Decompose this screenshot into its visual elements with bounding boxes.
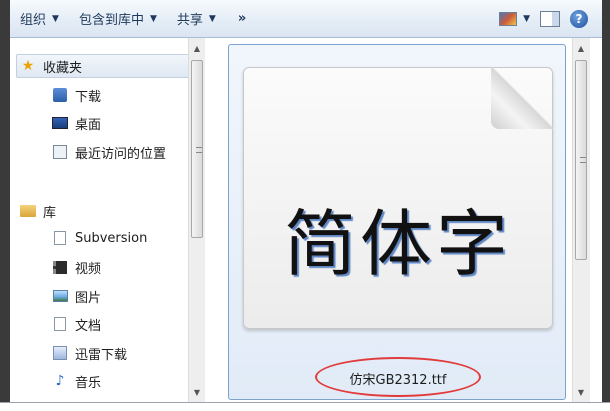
file-list-pane: 简体字 仿宋GB2312.ttf	[222, 38, 572, 402]
music-icon: ♪	[55, 373, 65, 389]
window-frame-bottom	[0, 402, 610, 411]
more-commands-button[interactable]: »	[226, 6, 258, 32]
organize-label: 组织	[20, 13, 47, 28]
scroll-grip-icon	[196, 147, 202, 153]
nav-desktop-label: 桌面	[75, 117, 102, 133]
scroll-down-arrow-icon[interactable]: ▼	[189, 384, 205, 400]
nav-libraries[interactable]: 库	[20, 200, 56, 222]
subversion-icon	[52, 230, 68, 246]
navigation-scrollbar[interactable]: ▲ ▼	[188, 38, 205, 402]
content-scrollbar[interactable]: ▲ ▼	[572, 38, 590, 402]
nav-subversion[interactable]: Subversion	[52, 227, 147, 249]
share-label: 共享	[176, 13, 203, 28]
chevron-down-icon: ▼	[52, 13, 59, 24]
change-view-button[interactable]: ▼	[499, 11, 530, 26]
thunder-icon	[52, 345, 68, 361]
nav-desktop[interactable]: 桌面	[52, 112, 101, 134]
scroll-down-arrow-icon[interactable]: ▼	[573, 384, 589, 400]
nav-favorites-label: 收藏夹	[43, 60, 83, 76]
font-preview-glyphs: 简体字	[283, 202, 512, 286]
star-icon: ★	[21, 58, 35, 74]
downloads-icon	[52, 87, 68, 103]
nav-downloads[interactable]: 下载	[52, 84, 101, 106]
nav-recent-places[interactable]: 最近访问的位置	[52, 141, 166, 163]
change-view-icon	[499, 11, 518, 26]
pane-splitter[interactable]	[206, 38, 222, 402]
font-file-thumbnail: 简体字	[243, 67, 553, 329]
toolbar-right-group: ▼ ?	[499, 9, 602, 28]
nav-music[interactable]: ♪ 音乐	[52, 370, 101, 392]
file-item-selected[interactable]: 简体字 仿宋GB2312.ttf	[228, 44, 566, 400]
content-scroll-thumb[interactable]	[575, 60, 587, 260]
chevron-down-icon: ▼	[208, 13, 216, 24]
window-frame-left	[0, 0, 10, 411]
scroll-up-arrow-icon[interactable]: ▲	[189, 40, 205, 56]
nav-pictures[interactable]: 图片	[52, 285, 101, 307]
chevron-down-icon: ▼	[149, 13, 157, 24]
help-icon[interactable]: ?	[570, 9, 588, 28]
libraries-icon	[20, 203, 36, 219]
include-in-library-label: 包含到库中	[78, 13, 144, 28]
nav-subversion-label: Subversion	[75, 230, 148, 246]
nav-videos-label: 视频	[75, 261, 102, 277]
nav-thunder-downloads[interactable]: 迅雷下载	[52, 342, 127, 364]
include-in-library-button[interactable]: 包含到库中 ▼	[69, 6, 167, 32]
scroll-up-arrow-icon[interactable]: ▲	[573, 40, 589, 56]
video-icon	[52, 259, 68, 275]
organize-button[interactable]: 组织 ▼	[10, 6, 69, 32]
preview-pane-icon[interactable]	[540, 10, 560, 27]
file-name-label[interactable]: 仿宋GB2312.ttf	[229, 369, 567, 388]
navigation-pane: ★ 收藏夹 下载 桌面 最近访问的位置 库 Subversion 视频 图片 文…	[10, 38, 206, 402]
scroll-grip-icon	[580, 157, 586, 163]
desktop-icon	[52, 115, 68, 131]
nav-downloads-label: 下载	[75, 89, 102, 105]
window-frame-right	[602, 0, 610, 411]
nav-libraries-label: 库	[43, 205, 57, 221]
share-button[interactable]: 共享 ▼	[167, 6, 226, 32]
nav-pictures-label: 图片	[75, 290, 102, 306]
nav-favorites[interactable]: ★ 收藏夹	[20, 55, 82, 77]
recent-places-icon	[52, 144, 68, 160]
nav-documents-label: 文档	[75, 318, 102, 334]
chevron-down-icon: ▼	[523, 13, 530, 24]
navigation-scroll-thumb[interactable]	[191, 60, 203, 238]
pictures-icon	[52, 288, 68, 304]
nav-documents[interactable]: 文档	[52, 313, 101, 335]
page-curl-icon	[491, 67, 553, 129]
nav-music-label: 音乐	[75, 375, 102, 391]
command-bar: 组织 ▼ 包含到库中 ▼ 共享 ▼ » ▼ ?	[10, 0, 602, 38]
documents-icon	[52, 316, 68, 332]
nav-videos[interactable]: 视频	[52, 256, 101, 278]
explorer-window: 组织 ▼ 包含到库中 ▼ 共享 ▼ » ▼ ? ★ 收藏夹 下载 桌面 最近访问…	[0, 0, 610, 411]
nav-recent-places-label: 最近访问的位置	[75, 146, 167, 162]
nav-thunder-downloads-label: 迅雷下载	[75, 347, 128, 363]
